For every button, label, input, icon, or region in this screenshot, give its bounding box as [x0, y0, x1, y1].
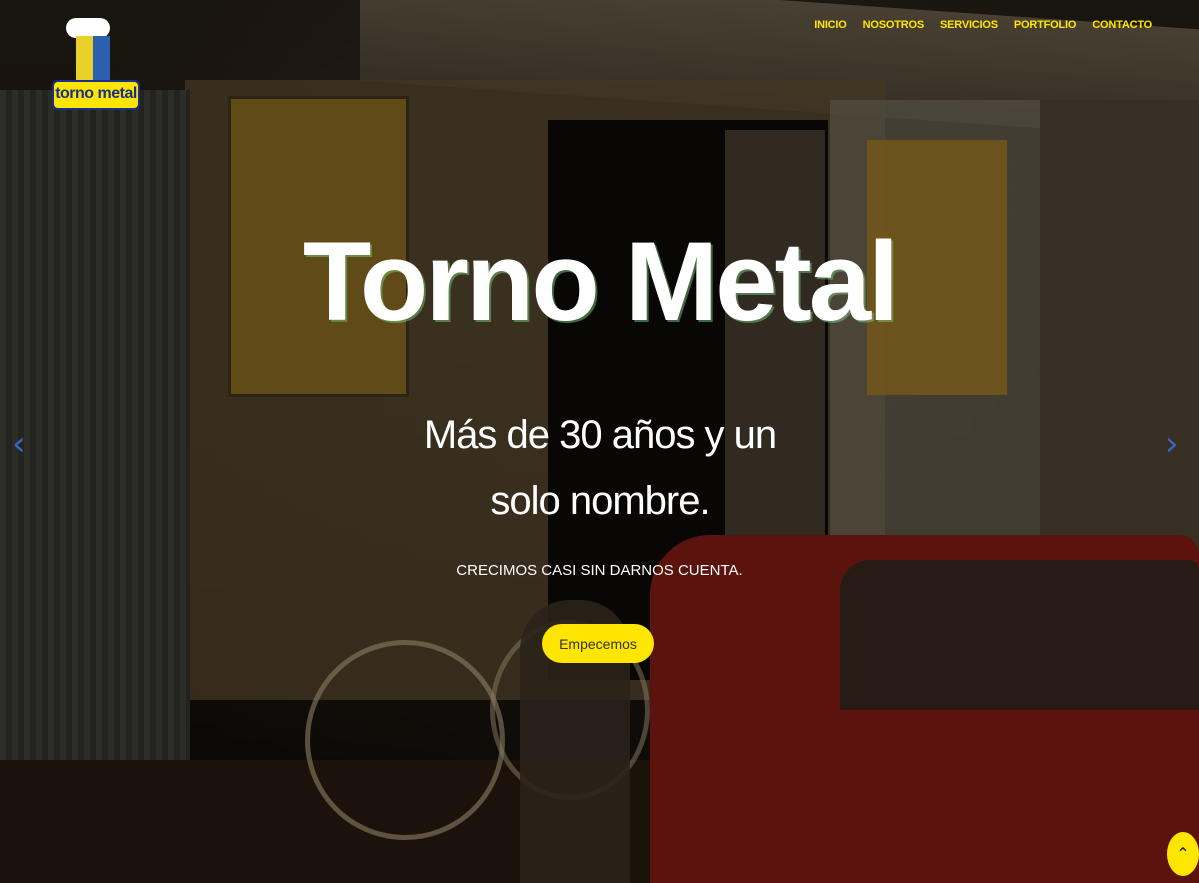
hero-tagline: CRECIMOS CASI SIN DARNOS CUENTA.	[456, 562, 743, 579]
logo-cloud	[66, 18, 110, 38]
hero-subtitle-line1: Más de 30 años y un	[423, 413, 777, 457]
nav-item-nosotros[interactable]: NOSOTROS	[863, 19, 925, 31]
chevron-right-icon[interactable]: ›	[1165, 424, 1179, 464]
logo-figure	[76, 36, 110, 84]
nav-item-portfolio[interactable]: PORTFOLIO	[1014, 19, 1077, 31]
nav-item-servicios[interactable]: SERVICIOS	[940, 19, 998, 31]
site-logo[interactable]: torno metal	[52, 16, 140, 110]
hero-subtitle-line2: solo nombre.	[490, 479, 710, 523]
hero-subtitle: Más de 30 años y un solo nombre.	[400, 402, 800, 534]
empecemos-button[interactable]: Empecemos	[542, 624, 654, 663]
nav-item-inicio[interactable]: INICIO	[814, 19, 847, 31]
hero-title: Torno Metal	[302, 219, 899, 344]
logo-wordmark: torno metal	[52, 80, 140, 110]
main-nav: INICIO NOSOTROS SERVICIOS PORTFOLIO CONT…	[814, 19, 1152, 31]
chevron-up-icon[interactable]: ⌃	[1167, 832, 1199, 876]
chevron-left-icon[interactable]: ‹	[12, 424, 26, 464]
nav-item-contacto[interactable]: CONTACTO	[1092, 19, 1152, 31]
